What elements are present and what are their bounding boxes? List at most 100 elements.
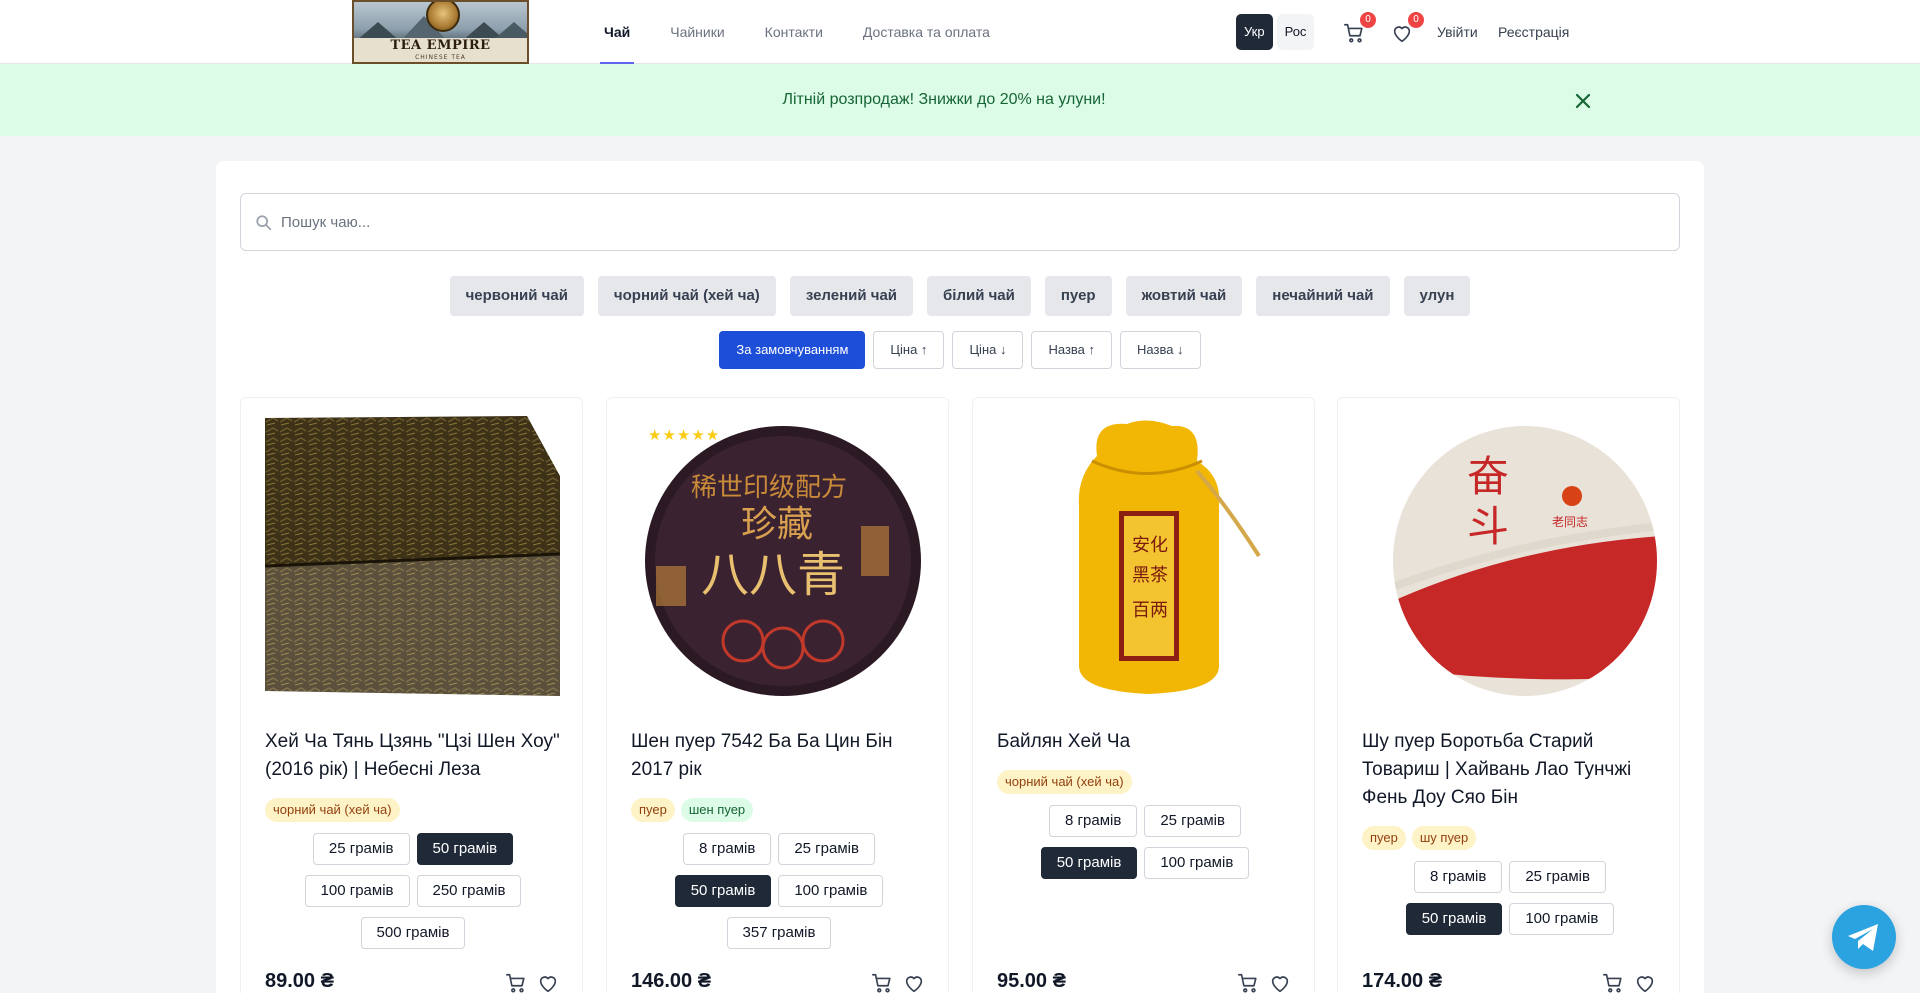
- nav-item-tea[interactable]: Чай: [596, 0, 638, 64]
- cart-icon: [506, 973, 525, 993]
- product-price: 174.00 ₴: [1362, 970, 1443, 992]
- product-title[interactable]: Хей Ча Тянь Цзянь "Цзі Шен Хоу" (2016 рі…: [265, 728, 565, 784]
- weight-option[interactable]: 500 грамів: [360, 917, 466, 949]
- weight-option[interactable]: 8 грамів: [1049, 805, 1138, 837]
- category-puer[interactable]: пуер: [1044, 276, 1112, 316]
- product-card[interactable]: 奋 斗 老同志 Шу пуер Боротьба Старий Товариш …: [1337, 397, 1680, 993]
- product-image[interactable]: 稀世印级配方 珍藏 八八青: [631, 416, 926, 696]
- logo-text: TEA EMPIRE: [390, 38, 491, 53]
- product-tag[interactable]: шу пуер: [1411, 826, 1477, 850]
- weight-options: 25 грамів 50 грамів 100 грамів 250 грамі…: [265, 828, 560, 954]
- weight-option-selected[interactable]: 50 грамів: [674, 875, 772, 907]
- product-tag[interactable]: чорний чай (хей ча): [265, 798, 400, 822]
- product-title[interactable]: Шу пуер Боротьба Старий Товариш | Хайван…: [1362, 728, 1662, 812]
- cart-icon: [1238, 973, 1257, 993]
- product-image[interactable]: [265, 416, 560, 696]
- weight-option-selected[interactable]: 50 грамів: [1040, 847, 1138, 879]
- heart-icon: [905, 976, 923, 993]
- add-to-cart-button[interactable]: [871, 972, 893, 993]
- lang-rus-button[interactable]: Рос: [1276, 14, 1315, 50]
- weight-option-selected[interactable]: 50 грамів: [1405, 903, 1503, 935]
- sort-name-desc-button[interactable]: Назва ↓: [1120, 331, 1201, 369]
- svg-text:安化: 安化: [1132, 535, 1168, 556]
- product-card[interactable]: Хей Ча Тянь Цзянь "Цзі Шен Хоу" (2016 рі…: [240, 397, 583, 993]
- weight-option[interactable]: 25 грамів: [312, 833, 410, 865]
- weight-option[interactable]: 100 грамів: [1509, 903, 1615, 935]
- product-card[interactable]: ★★★★★ 稀世印级配方 珍藏 八八青 Шен пуер 7542 Ба Ба …: [606, 397, 949, 993]
- cart-button[interactable]: 0: [1340, 12, 1376, 46]
- category-black-tea[interactable]: чорний чай (хей ча): [597, 276, 776, 316]
- category-red-tea[interactable]: червоний чай: [449, 276, 584, 316]
- rating-stars: ★★★★★: [648, 427, 721, 444]
- catalog-panel: червоний чай чорний чай (хей ча) зелений…: [216, 161, 1704, 993]
- add-to-wishlist-button[interactable]: [537, 972, 559, 993]
- product-tags: чорний чай (хей ча): [265, 798, 406, 822]
- wishlist-count-badge: 0: [1408, 12, 1424, 28]
- product-card[interactable]: 安化 黑茶 百两 Байлян Хей Ча чорний чай (хей ч…: [972, 397, 1315, 993]
- add-to-wishlist-button[interactable]: [903, 972, 925, 993]
- add-to-cart-button[interactable]: [1237, 972, 1259, 993]
- product-price: 95.00 ₴: [997, 970, 1066, 992]
- weight-option[interactable]: 25 грамів: [1509, 861, 1606, 893]
- product-tag[interactable]: шен пуер: [680, 798, 754, 822]
- product-tag[interactable]: пуер: [631, 798, 675, 822]
- promo-banner: Літній розпродаж! Знижки до 20% на улуни…: [0, 64, 1920, 136]
- product-title[interactable]: Шен пуер 7542 Ба Ба Цин Бін 2017 рік: [631, 728, 931, 784]
- search-icon: [256, 215, 272, 231]
- weight-option-selected[interactable]: 50 грамів: [416, 833, 514, 865]
- sort-options: За замовчуванням Ціна ↑ Ціна ↓ Назва ↑ Н…: [216, 331, 1704, 369]
- nav-item-contacts[interactable]: Контакти: [757, 0, 831, 64]
- promo-close-button[interactable]: [1572, 90, 1594, 112]
- product-tag[interactable]: пуер: [1362, 826, 1406, 850]
- sort-name-asc-button[interactable]: Назва ↑: [1031, 331, 1113, 369]
- category-oolong[interactable]: улун: [1403, 276, 1471, 316]
- weight-option[interactable]: 25 грамів: [1144, 805, 1241, 837]
- weight-option[interactable]: 250 грамів: [416, 875, 522, 907]
- category-green-tea[interactable]: зелений чай: [789, 276, 914, 316]
- add-to-wishlist-button[interactable]: [1269, 972, 1291, 993]
- telegram-chat-button[interactable]: [1832, 905, 1896, 969]
- product-image[interactable]: 奋 斗 老同志: [1362, 416, 1657, 696]
- product-title[interactable]: Байлян Хей Ча: [997, 728, 1297, 756]
- svg-text:黑茶: 黑茶: [1132, 565, 1168, 586]
- wishlist-button[interactable]: 0: [1388, 12, 1424, 46]
- search-input[interactable]: [281, 194, 1661, 250]
- register-link[interactable]: Реєстрація: [1498, 0, 1569, 64]
- weight-option[interactable]: 100 грамів: [1144, 847, 1250, 879]
- add-to-cart-button[interactable]: [1602, 972, 1624, 993]
- category-non-tea[interactable]: нечайний чай: [1256, 276, 1390, 316]
- svg-text:八八青: 八八青: [701, 547, 845, 603]
- product-price: 146.00 ₴: [631, 970, 712, 992]
- weight-options: 8 грамів 25 грамів 50 грамів 100 грамів: [1362, 856, 1657, 940]
- weight-option[interactable]: 357 грамів: [726, 917, 832, 949]
- header: TEA EMPIRE CHINESE TEA Чай Чайники Конта…: [0, 0, 1920, 64]
- login-link[interactable]: Увійти: [1437, 0, 1478, 64]
- svg-text:珍藏: 珍藏: [741, 504, 813, 545]
- sort-price-desc-button[interactable]: Ціна ↓: [952, 331, 1024, 369]
- product-image[interactable]: 安化 黑茶 百两: [997, 416, 1292, 696]
- weight-option[interactable]: 8 грамів: [683, 833, 772, 865]
- category-yellow-tea[interactable]: жовтий чай: [1125, 276, 1243, 316]
- lang-ukr-button[interactable]: Укр: [1236, 14, 1273, 50]
- add-to-wishlist-button[interactable]: [1634, 972, 1656, 993]
- cart-count-badge: 0: [1360, 12, 1376, 28]
- promo-text: Літній розпродаж! Знижки до 20% на улуни…: [782, 91, 1106, 108]
- heart-icon: [1636, 976, 1654, 993]
- category-white-tea[interactable]: білий чай: [927, 276, 1031, 316]
- nav-item-teapots[interactable]: Чайники: [662, 0, 732, 64]
- logo[interactable]: TEA EMPIRE CHINESE TEA: [352, 0, 529, 64]
- product-tags: чорний чай (хей ча): [997, 770, 1138, 794]
- svg-text:奋: 奋: [1467, 452, 1509, 501]
- weight-option[interactable]: 100 грамів: [304, 875, 410, 907]
- heart-icon: [1271, 976, 1289, 993]
- product-tag[interactable]: чорний чай (хей ча): [997, 770, 1132, 794]
- weight-options: 8 грамів 25 грамів 50 грамів 100 грамів …: [631, 828, 926, 954]
- weight-option[interactable]: 100 грамів: [778, 875, 884, 907]
- weight-option[interactable]: 25 грамів: [778, 833, 875, 865]
- weight-option[interactable]: 8 грамів: [1414, 861, 1503, 893]
- language-switcher: Укр Рос: [1236, 14, 1318, 50]
- nav-item-delivery[interactable]: Доставка та оплата: [855, 0, 998, 64]
- add-to-cart-button[interactable]: [505, 972, 527, 993]
- sort-default-button[interactable]: За замовчуванням: [719, 331, 866, 369]
- sort-price-asc-button[interactable]: Ціна ↑: [873, 331, 945, 369]
